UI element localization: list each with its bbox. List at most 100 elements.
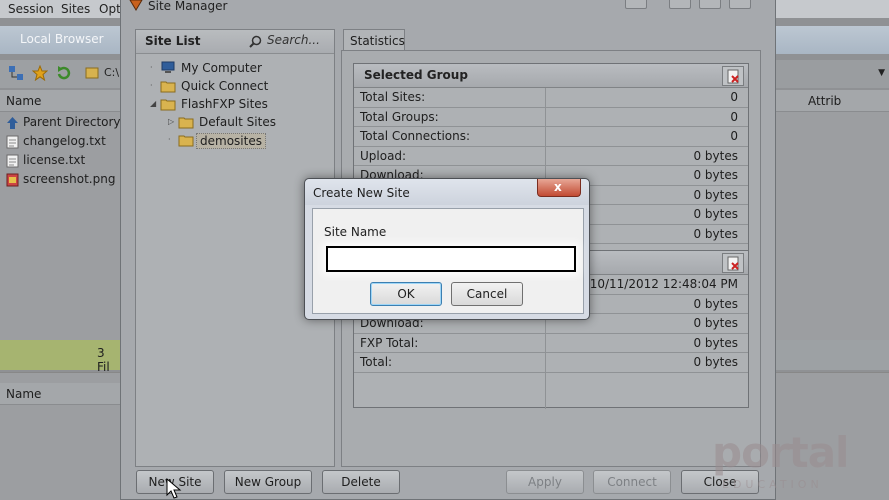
apply-button[interactable]: Apply	[506, 470, 584, 494]
clear-stats-icon	[727, 69, 739, 84]
stat-key: FXP Total:	[360, 335, 419, 350]
reset-site-stats-button[interactable]	[722, 253, 744, 273]
column-separator	[545, 146, 546, 165]
mouse-pointer-icon	[166, 478, 182, 499]
reset-stats-button[interactable]	[722, 66, 744, 86]
stat-value: 0 bytes	[693, 168, 738, 182]
column-attrib-label: Attrib	[808, 94, 842, 108]
stat-value: 0	[730, 90, 738, 104]
help-button[interactable]	[625, 0, 647, 9]
background-bar	[776, 0, 889, 18]
queue-column-name: Name	[6, 387, 42, 401]
local-status-bar: 3 Fil	[0, 340, 120, 374]
clear-stats-icon	[727, 256, 739, 271]
file-name: license.txt	[23, 153, 86, 167]
site-manager-titlebar[interactable]: Site Manager	[121, 0, 775, 13]
folder-icon	[178, 135, 194, 147]
connect-button[interactable]: Connect	[593, 470, 671, 494]
file-row-screenshot[interactable]: screenshot.png	[6, 171, 118, 189]
remote-file-list	[776, 112, 889, 342]
tree-item-my-computer[interactable]: · My Computer	[150, 60, 330, 78]
site-name-label: Site Name	[324, 225, 387, 239]
tree-connector: ·	[168, 135, 171, 144]
portal-watermark: portal EDUCATION	[712, 428, 882, 498]
drive-label[interactable]: C:\	[104, 66, 119, 79]
stat-value: 0 bytes	[693, 296, 738, 311]
local-column-header[interactable]: Name	[0, 90, 120, 112]
tree-item-label: FlashFXP Sites	[181, 97, 268, 111]
remote-path-bar: ▼	[776, 60, 889, 88]
site-list-header: Site List Search...	[136, 30, 334, 54]
close-icon: x	[554, 180, 562, 194]
image-file-icon	[6, 173, 19, 187]
tree-item-demosites[interactable]: · demosites	[168, 132, 330, 150]
stat-value: 10/11/2012 12:48:04 PM	[589, 277, 738, 291]
drive-icon[interactable]	[84, 65, 100, 81]
stat-value: 0 bytes	[693, 187, 738, 202]
menu-options[interactable]: Opt	[99, 2, 121, 16]
tree-item-flashfxp-sites[interactable]: ◢ FlashFXP Sites	[150, 96, 330, 114]
remote-status-bar	[776, 340, 889, 370]
tree-connector: ·	[150, 81, 153, 90]
text-file-icon	[6, 154, 19, 168]
local-file-list: Name Parent Directory changelog.txt lice…	[0, 90, 121, 340]
stat-row-total-sites: Total Sites: 0	[354, 88, 748, 108]
folder-icon	[178, 117, 194, 129]
watermark-logo-text: portal	[712, 428, 849, 477]
stat-value: 0 bytes	[693, 335, 738, 350]
expand-arrow-icon[interactable]: ▷	[168, 118, 176, 126]
ok-button[interactable]: OK	[370, 282, 442, 306]
stat-row-blank	[354, 372, 748, 409]
delete-button[interactable]: Delete	[322, 470, 400, 494]
remote-column-header[interactable]: Attrib	[776, 90, 889, 112]
selected-group-header: Selected Group	[354, 64, 748, 88]
stat-value: 0 bytes	[693, 207, 738, 221]
refresh-icon[interactable]	[56, 65, 72, 81]
file-row-parent-directory[interactable]: Parent Directory	[6, 114, 121, 132]
stat-row-upload: Upload: 0 bytes	[354, 146, 748, 166]
column-separator	[545, 333, 546, 352]
search-icon	[249, 35, 262, 48]
file-row-license[interactable]: license.txt	[6, 152, 118, 170]
local-browser-label[interactable]: Local Browser	[20, 32, 104, 46]
site-name-input[interactable]	[326, 246, 576, 272]
menu-sites[interactable]: Sites	[61, 2, 90, 16]
tab-statistics[interactable]: Statistics	[343, 29, 405, 51]
stat-value: 0	[730, 129, 738, 143]
cancel-button[interactable]: Cancel	[451, 282, 523, 306]
selected-group-title: Selected Group	[364, 68, 468, 82]
collapse-arrow-icon[interactable]: ◢	[150, 100, 158, 108]
file-name: changelog.txt	[23, 134, 106, 148]
stat-value: 0 bytes	[693, 148, 738, 163]
column-separator	[545, 353, 546, 372]
tree-connector: ·	[150, 63, 153, 72]
file-name: Parent Directory	[23, 115, 121, 129]
create-new-site-dialog: Create New Site x Site Name OK Cancel	[304, 178, 590, 320]
new-group-button[interactable]: New Group	[224, 470, 312, 494]
stat-row-total-groups: Total Groups: 0	[354, 107, 748, 127]
favorites-star-icon[interactable]	[32, 65, 48, 81]
site-search-box[interactable]: Search...	[247, 33, 329, 50]
tree-item-label: My Computer	[181, 61, 262, 75]
stat-key: Total:	[360, 355, 393, 369]
dropdown-arrow-icon[interactable]: ▼	[878, 68, 885, 78]
maximize-button[interactable]	[699, 0, 721, 9]
stat-row-fxp-total: FXP Total: 0 bytes	[354, 333, 748, 353]
stat-key: Total Connections:	[360, 129, 471, 143]
file-row-changelog[interactable]: changelog.txt	[6, 133, 118, 151]
tree-view-icon[interactable]	[8, 65, 24, 81]
dialog-close-button[interactable]: x	[537, 179, 581, 197]
stat-key: Total Groups:	[360, 109, 439, 124]
tree-item-default-sites[interactable]: ▷ Default Sites	[168, 114, 330, 132]
close-window-button[interactable]	[729, 0, 751, 9]
queue-column-header[interactable]: Name	[0, 383, 120, 405]
tree-item-quick-connect[interactable]: · Quick Connect	[150, 78, 330, 96]
create-new-site-body: Site Name OK Cancel	[312, 208, 584, 314]
tab-statistics-label: Statistics	[350, 34, 405, 48]
menu-session[interactable]: Session	[8, 2, 54, 16]
stat-row-total-connections: Total Connections: 0	[354, 127, 748, 147]
column-name-label: Name	[6, 94, 42, 108]
column-separator	[545, 88, 546, 107]
minimize-button[interactable]	[669, 0, 691, 9]
create-new-site-titlebar[interactable]: Create New Site x	[305, 179, 589, 205]
